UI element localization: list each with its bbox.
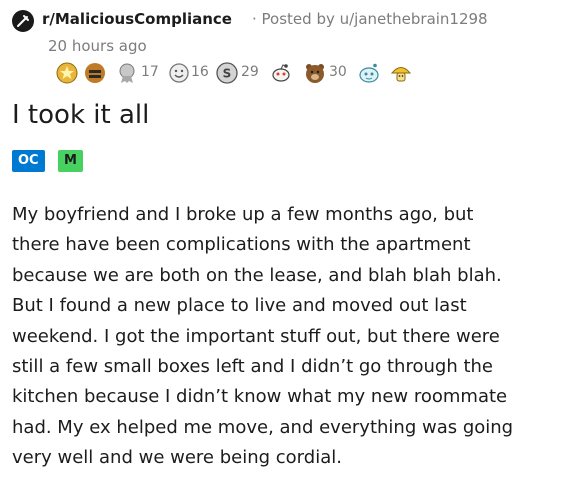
award-count: 29 <box>241 64 259 80</box>
body-line: But I found a new place to live and move… <box>12 295 467 317</box>
award-count: 17 <box>141 64 159 80</box>
award-count: 16 <box>191 64 209 80</box>
posted-by-text[interactable]: · Posted by u/janethebrain1298 <box>252 10 488 28</box>
silver-coin-award-icon[interactable]: S <box>216 62 238 84</box>
post-title[interactable]: I took it all <box>12 100 149 130</box>
post-header: r/MaliciousCompliance · Posted by u/jane… <box>12 6 562 58</box>
body-line: My boyfriend and I broke up a few months… <box>12 204 474 225</box>
post-timestamp[interactable]: 20 hours ago <box>48 37 147 55</box>
award-count: 30 <box>329 64 347 80</box>
subreddit-icon[interactable] <box>12 10 34 32</box>
awards-row[interactable]: 17 16 S 29 30 <box>56 62 536 84</box>
gold-star-award-icon[interactable] <box>56 62 78 84</box>
snoo-face-award-icon[interactable] <box>358 62 380 84</box>
body-line: there have been complications with the a… <box>12 234 471 256</box>
silver-ribbon-award-icon[interactable] <box>116 62 138 84</box>
m-flair[interactable]: M <box>58 150 83 172</box>
gold-mushroom-award-icon[interactable] <box>390 62 412 84</box>
body-line: weekend. I got the important stuff out, … <box>12 325 500 347</box>
oc-flair[interactable]: OC <box>12 150 45 172</box>
body-line: very well and we were being cordial. <box>12 447 342 469</box>
body-line: because we are both on the lease, and bl… <box>12 264 502 286</box>
post-body: My boyfriend and I broke up a few months… <box>12 200 562 474</box>
helpful-award-icon[interactable] <box>84 62 106 84</box>
wholesome-face-award-icon[interactable] <box>168 62 190 84</box>
svg-text:S: S <box>223 67 232 81</box>
snoo-award-icon[interactable] <box>270 62 292 84</box>
subreddit-link[interactable]: r/MaliciousCompliance <box>42 10 232 28</box>
body-line: kitchen because I didn’t know what my ne… <box>12 386 508 408</box>
bear-award-icon[interactable] <box>304 62 326 84</box>
body-line: had. My ex helped me move, and everythin… <box>12 416 514 438</box>
body-line: still a few small boxes left and I didn’… <box>12 355 493 377</box>
